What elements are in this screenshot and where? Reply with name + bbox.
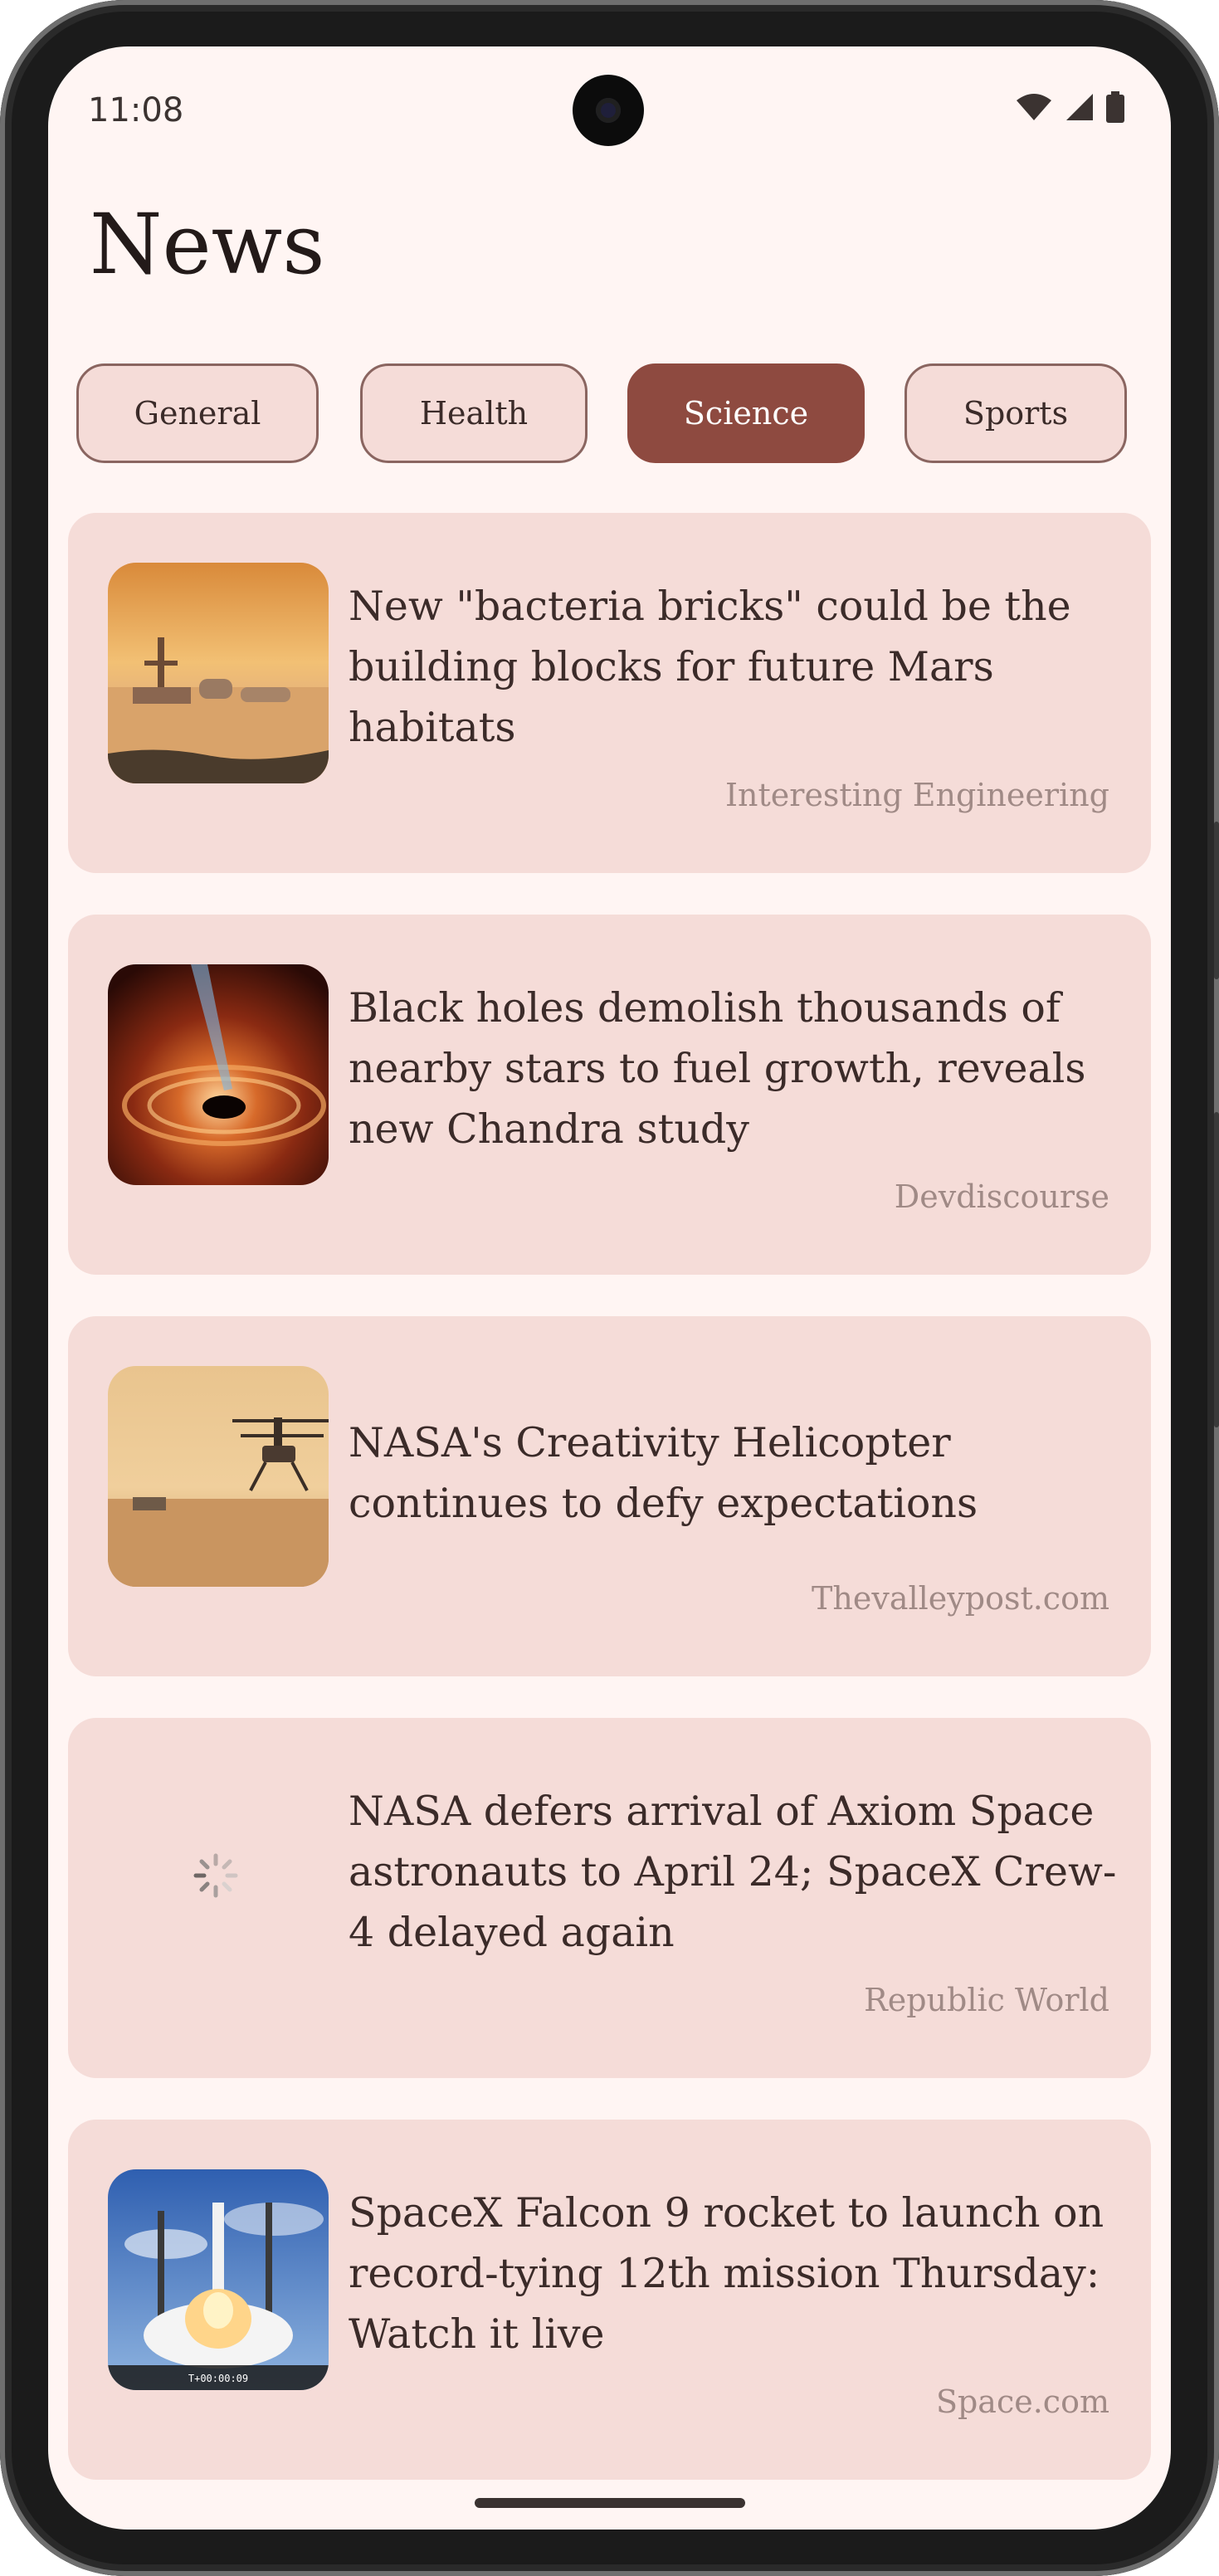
article-card[interactable]: New "bacteria bricks" could be the build…: [68, 513, 1151, 873]
front-camera: [573, 75, 644, 146]
article-headline: SpaceX Falcon 9 rocket to launch on reco…: [349, 2189, 1104, 2358]
article-card[interactable]: NASA's Creativity Helicopter continues t…: [68, 1316, 1151, 1676]
tab-sports[interactable]: Sports: [904, 363, 1127, 463]
article-source: Devdiscourse: [894, 1178, 1109, 1215]
article-headline: New "bacteria bricks" could be the build…: [349, 583, 1071, 751]
image-caption: T+00:00:09: [188, 2373, 248, 2384]
tab-label: General: [134, 395, 261, 432]
helicopter-image: [108, 1366, 329, 1587]
tab-health[interactable]: Health: [360, 363, 588, 463]
article-source: Republic World: [864, 1982, 1109, 2018]
status-icons: [1015, 91, 1124, 123]
rocket-launch-image: T+00:00:09: [108, 2169, 329, 2390]
tab-general[interactable]: General: [76, 363, 319, 463]
battery-icon: [1106, 91, 1124, 123]
mars-habitat-image: [108, 563, 329, 783]
article-source: Interesting Engineering: [725, 777, 1109, 813]
article-card[interactable]: T+00:00:09 SpaceX Falcon 9 rocket to lau…: [68, 2120, 1151, 2480]
home-indicator[interactable]: [475, 2498, 745, 2508]
category-tabs: General Health Science Sports: [48, 363, 1171, 463]
tab-label: Science: [683, 395, 809, 432]
status-time: 11:08: [88, 91, 184, 129]
black-hole-image: [108, 964, 329, 1185]
phone-frame: 11:08 News General Health Science Sports: [0, 0, 1219, 2576]
tab-label: Sports: [963, 395, 1069, 432]
article-card[interactable]: NASA defers arrival of Axiom Space astro…: [68, 1718, 1151, 2078]
power-button: [1214, 822, 1219, 979]
article-headline: Black holes demolish thousands of nearby…: [349, 984, 1086, 1153]
loading-spinner-icon: [193, 1853, 238, 1898]
wifi-icon: [1017, 94, 1051, 120]
screen: 11:08 News General Health Science Sports: [48, 46, 1171, 2530]
page-title: News: [90, 196, 325, 293]
tab-label: Health: [419, 395, 529, 432]
volume-button: [1214, 1112, 1219, 1427]
article-headline: NASA defers arrival of Axiom Space astro…: [349, 1788, 1117, 1956]
article-card[interactable]: Black holes demolish thousands of nearby…: [68, 915, 1151, 1275]
tab-science[interactable]: Science: [627, 363, 865, 463]
article-headline: NASA's Creativity Helicopter continues t…: [349, 1419, 978, 1527]
cell-signal-icon: [1066, 94, 1093, 120]
article-source: Space.com: [935, 2383, 1109, 2420]
article-source: Thevalleypost.com: [812, 1580, 1109, 1617]
